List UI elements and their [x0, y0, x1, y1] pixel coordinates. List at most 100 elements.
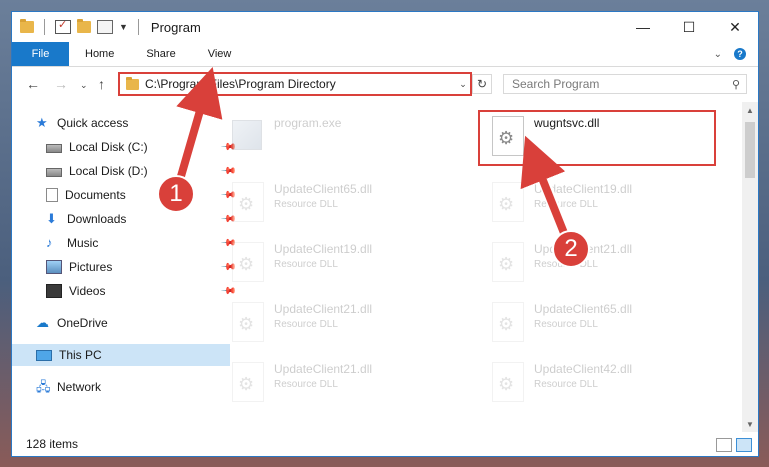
- recent-locations-icon[interactable]: ⌄: [80, 80, 88, 91]
- dll-file-icon: ⚙: [492, 362, 524, 402]
- sidebar-item-pictures[interactable]: Pictures 📌: [12, 256, 240, 278]
- window-title: Program: [150, 19, 201, 35]
- disk-icon: [46, 144, 62, 153]
- file-type: Resource DLL: [274, 379, 338, 390]
- dll-file-icon: ⚙: [232, 362, 264, 402]
- file-name: UpdateClient19.dll: [534, 182, 633, 196]
- onedrive-icon: ☁: [36, 315, 49, 330]
- file-name: program.exe: [274, 116, 342, 130]
- up-arrow-icon[interactable]: ↑: [98, 76, 105, 92]
- file-type: Resource DLL: [274, 199, 338, 210]
- file-type: Resource DLL: [274, 319, 338, 330]
- forward-arrow-icon[interactable]: →: [54, 76, 68, 92]
- dll-file-icon: ⚙: [232, 182, 264, 222]
- sidebar-item-this-pc[interactable]: This PC: [12, 344, 230, 366]
- refresh-button[interactable]: ↻: [472, 74, 492, 94]
- downloads-icon: ⬇: [46, 211, 57, 226]
- file-type: Resource DLL: [534, 199, 598, 210]
- file-explorer-window: ▼ Program — ☐ ✕ File Home Share View ⌄ ?…: [11, 11, 759, 457]
- network-icon: 🖧: [36, 379, 51, 394]
- address-dropdown-icon[interactable]: ⌄: [456, 79, 470, 90]
- sidebar-item-videos[interactable]: Videos 📌: [12, 280, 240, 302]
- minimize-button[interactable]: —: [620, 12, 666, 42]
- scroll-down-icon[interactable]: ▼: [742, 416, 758, 432]
- expand-ribbon-icon[interactable]: ⌄: [714, 49, 722, 60]
- file-type: Resource DLL: [534, 319, 598, 330]
- sidebar-item-label: Network: [57, 380, 102, 394]
- file-item[interactable]: ⚙ UpdateClient42.dll Resource DLL: [472, 356, 712, 408]
- address-path[interactable]: C:\Program Files\Program Directory: [145, 77, 456, 91]
- music-icon: ♪: [46, 235, 53, 250]
- new-folder-icon[interactable]: [77, 19, 91, 33]
- this-pc-icon: [36, 349, 52, 361]
- properties-check-icon[interactable]: [55, 18, 71, 34]
- disk-icon: [46, 168, 62, 177]
- divider: [137, 19, 139, 35]
- file-item[interactable]: ⚙ UpdateClient65.dll Resource DLL: [472, 296, 712, 348]
- sidebar-item-onedrive[interactable]: ☁ OneDrive: [12, 312, 230, 334]
- sidebar-item-label: Local Disk (C:): [69, 140, 148, 154]
- sidebar-item-quick-access[interactable]: ★ Quick access: [12, 112, 230, 134]
- file-item[interactable]: program.exe: [212, 110, 452, 162]
- file-name: UpdateClient19.dll: [274, 242, 373, 256]
- file-item[interactable]: ⚙ UpdateClient21.dll Resource DLL: [212, 296, 452, 348]
- sidebar-item-label: Downloads: [67, 212, 127, 226]
- vertical-scrollbar[interactable]: ▲ ▼: [742, 102, 758, 432]
- sidebar-item-label: Pictures: [69, 260, 113, 274]
- title-bar: ▼ Program — ☐ ✕: [12, 12, 758, 42]
- step-2-badge: 2: [552, 230, 590, 268]
- ribbon-tabs: File Home Share View ⌄ ?: [12, 42, 758, 67]
- sidebar-item-downloads[interactable]: ⬇ Downloads 📌: [12, 208, 240, 230]
- sidebar-item-local-disk-d[interactable]: Local Disk (D:) 📌: [12, 160, 240, 182]
- tab-home[interactable]: Home: [69, 42, 130, 66]
- file-type: Resource DLL: [274, 259, 338, 270]
- file-type: Resource DLL: [534, 379, 598, 390]
- documents-icon: [46, 188, 58, 202]
- dll-file-icon: ⚙: [232, 302, 264, 342]
- sidebar-item-local-disk-c[interactable]: Local Disk (C:) 📌: [12, 136, 240, 158]
- exe-file-icon: [232, 116, 264, 156]
- sidebar-item-label: Videos: [69, 284, 106, 298]
- tab-file[interactable]: File: [12, 42, 69, 66]
- item-count: 128 items: [26, 437, 79, 451]
- dll-file-icon: ⚙: [492, 302, 524, 342]
- sidebar-item-label: This PC: [59, 348, 102, 362]
- pictures-icon: [46, 260, 62, 274]
- sidebar-item-documents[interactable]: Documents 📌: [12, 184, 240, 206]
- file-item[interactable]: ⚙ UpdateClient19.dll Resource DLL: [472, 176, 712, 228]
- file-name: UpdateClient65.dll: [274, 182, 373, 196]
- star-icon: ★: [36, 115, 48, 130]
- sidebar-item-network[interactable]: 🖧 Network: [12, 376, 230, 398]
- file-item[interactable]: ⚙ UpdateClient65.dll Resource DLL: [212, 176, 452, 228]
- dll-file-icon: ⚙: [232, 242, 264, 282]
- sidebar-item-music[interactable]: ♪ Music 📌: [12, 232, 240, 254]
- scroll-up-icon[interactable]: ▲: [742, 102, 758, 118]
- tiles-view-icon[interactable]: [736, 438, 752, 452]
- qat-dropdown-icon[interactable]: ▼: [119, 22, 128, 32]
- file-item[interactable]: ⚙ UpdateClient21.dll Resource DLL: [472, 236, 712, 288]
- close-button[interactable]: ✕: [712, 12, 758, 42]
- scrollbar-thumb[interactable]: [745, 122, 755, 178]
- help-icon[interactable]: ?: [734, 48, 746, 60]
- sidebar-item-label: OneDrive: [57, 316, 108, 330]
- search-icon[interactable]: ⚲: [732, 78, 740, 91]
- address-bar[interactable]: C:\Program Files\Program Directory ⌄: [118, 72, 472, 96]
- customize-icon[interactable]: [97, 20, 113, 34]
- maximize-button[interactable]: ☐: [666, 12, 712, 42]
- details-view-icon[interactable]: [716, 438, 732, 452]
- tab-share[interactable]: Share: [130, 42, 191, 66]
- videos-icon: [46, 284, 62, 298]
- back-arrow-icon[interactable]: ←: [26, 76, 40, 92]
- folder-icon: [20, 19, 34, 33]
- search-input[interactable]: Search Program ⚲: [503, 74, 747, 94]
- window-controls: — ☐ ✕: [620, 12, 758, 42]
- status-bar: 128 items: [12, 432, 758, 456]
- tab-view[interactable]: View: [192, 42, 248, 66]
- file-item[interactable]: ⚙ UpdateClient19.dll Resource DLL: [212, 236, 452, 288]
- folder-icon: [126, 76, 139, 90]
- file-item[interactable]: ⚙ UpdateClient21.dll Resource DLL: [212, 356, 452, 408]
- view-switcher: [716, 438, 752, 452]
- ribbon-extras: ⌄ ?: [714, 42, 758, 66]
- sidebar-item-label: Music: [67, 236, 99, 250]
- sidebar-item-label: Quick access: [57, 116, 129, 130]
